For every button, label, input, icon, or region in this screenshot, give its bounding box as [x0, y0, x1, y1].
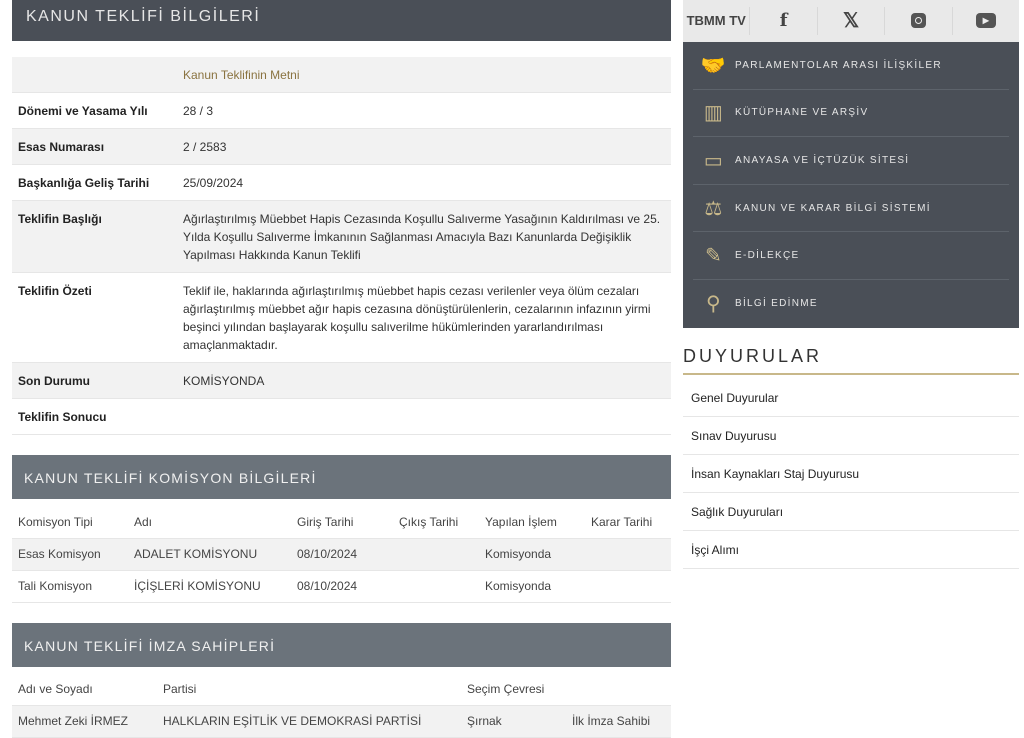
cell: 08/10/2024 — [291, 538, 393, 571]
sidebar: TBMM TV f 𝕏 ▶ 🤝 PARLAMENTOLAR ARASI İLİŞK… — [683, 0, 1019, 569]
row-label: Başkanlığa Geliş Tarihi — [12, 164, 177, 201]
section-header-commission: KANUN TEKLİFİ KOMİSYON BİLGİLERİ — [12, 455, 671, 499]
announcement-link[interactable]: İşçi Alımı — [683, 531, 1019, 569]
bill-text-link[interactable]: Kanun Teklifinin Metni — [183, 68, 300, 82]
cell: Komisyonda — [479, 538, 585, 571]
column-header: Partisi — [157, 674, 461, 706]
table-row: Esas Komisyon ADALET KOMİSYONU 08/10/202… — [12, 538, 671, 571]
row-label: Teklifin Başlığı — [12, 200, 177, 273]
books-icon: ▥ — [703, 102, 725, 125]
menu-item-library[interactable]: ▥ KÜTÜPHANE VE ARŞİV — [693, 90, 1009, 138]
column-header: Yapılan İşlem — [479, 507, 585, 539]
cell: Şırnak — [461, 705, 566, 738]
column-header: Komisyon Tipi — [12, 507, 128, 539]
table-row: Kanun Teklifinin Metni — [12, 57, 671, 93]
menu-item-label: PARLAMENTOLAR ARASI İLİŞKİLER — [735, 59, 942, 71]
x-icon[interactable]: 𝕏 — [818, 7, 886, 35]
row-value: 2 / 2583 — [177, 128, 671, 165]
row-label: Dönemi ve Yasama Yılı — [12, 92, 177, 129]
menu-item-label: BİLGİ EDİNME — [735, 298, 818, 310]
cell — [585, 570, 671, 603]
signers-table: Adı ve Soyadı Partisi Seçim Çevresi Mehm… — [12, 674, 671, 738]
cell: Tali Komisyon — [12, 570, 128, 603]
column-header: Seçim Çevresi — [461, 674, 566, 706]
cell: Komisyonda — [479, 570, 585, 603]
table-row: Teklifin Özeti Teklif ile, haklarında ağı… — [12, 272, 671, 363]
youtube-icon[interactable]: ▶ — [953, 7, 1019, 35]
column-header: Giriş Tarihi — [291, 507, 393, 539]
column-header: Adı — [128, 507, 291, 539]
announcement-link[interactable]: Genel Duyurular — [683, 379, 1019, 417]
cell — [393, 570, 479, 603]
announcements-title: DUYURULAR — [683, 346, 1019, 375]
quill-icon: ✎ — [704, 245, 724, 268]
row-label: Esas Numarası — [12, 128, 177, 165]
announcement-link[interactable]: Sınav Duyurusu — [683, 417, 1019, 455]
main-content: KANUN TEKLİFİ BİLGİLERİ Kanun Teklifinin… — [12, 0, 671, 738]
cell — [585, 538, 671, 571]
table-row: Teklifin Başlığı Ağırlaştırılmış Müebbet … — [12, 200, 671, 273]
commission-link[interactable]: ADALET KOMİSYONU — [128, 538, 291, 571]
cell: 08/10/2024 — [291, 570, 393, 603]
row-value: 28 / 3 — [177, 92, 671, 129]
menu-item-label: KANUN VE KARAR BİLGİ SİSTEMİ — [735, 202, 931, 214]
handshake-icon: 🤝 — [700, 54, 728, 77]
signer-link[interactable]: Mehmet Zeki İRMEZ — [12, 705, 157, 738]
commission-table: Komisyon Tipi Adı Giriş Tarihi Çıkış Tar… — [12, 507, 671, 603]
column-header: Adı ve Soyadı — [12, 674, 157, 706]
row-value: Ağırlaştırılmış Müebbet Hapis Cezasında … — [177, 200, 671, 273]
row-label: Teklifin Özeti — [12, 272, 177, 363]
section-header-signers: KANUN TEKLİFİ İMZA SAHİPLERİ — [12, 623, 671, 667]
row-value: KOMİSYONDA — [177, 362, 671, 399]
commission-link[interactable]: İÇİŞLERİ KOMİSYONU — [128, 570, 291, 603]
row-label: Son Durumu — [12, 362, 177, 399]
facebook-icon[interactable]: f — [750, 7, 818, 35]
cell: HALKLARIN EŞİTLİK VE DEMOKRASİ PARTİSİ — [157, 705, 461, 738]
table-row: Esas Numarası 2 / 2583 — [12, 128, 671, 165]
browser-icon: ▭ — [703, 149, 725, 172]
cell: İlk İmza Sahibi — [566, 705, 671, 738]
menu-item-parliamentary-relations[interactable]: 🤝 PARLAMENTOLAR ARASI İLİŞKİLER — [693, 42, 1009, 90]
menu-item-label: ANAYASA VE İÇTÜZÜK SİTESİ — [735, 154, 910, 166]
table-header-row: Komisyon Tipi Adı Giriş Tarihi Çıkış Tar… — [12, 507, 671, 539]
menu-item-e-petition[interactable]: ✎ E-DİLEKÇE — [693, 232, 1009, 280]
announcement-link[interactable]: Sağlık Duyuruları — [683, 493, 1019, 531]
section-header-info: KANUN TEKLİFİ BİLGİLERİ — [12, 0, 671, 41]
row-label: Teklifin Sonucu — [12, 398, 177, 435]
column-header: Karar Tarihi — [585, 507, 671, 539]
table-row: Tali Komisyon İÇİŞLERİ KOMİSYONU 08/10/2… — [12, 570, 671, 603]
table-header-row: Adı ve Soyadı Partisi Seçim Çevresi — [12, 674, 671, 706]
tbmm-tv-link[interactable]: TBMM TV — [683, 7, 751, 35]
info-table: Kanun Teklifinin Metni Dönemi ve Yasama … — [12, 57, 671, 435]
row-value: 25/09/2024 — [177, 164, 671, 201]
menu-item-label: E-DİLEKÇE — [735, 250, 800, 262]
row-value: Teklif ile, haklarında ağırlaştırılmış m… — [177, 272, 671, 363]
table-row: Dönemi ve Yasama Yılı 28 / 3 — [12, 92, 671, 129]
instagram-icon[interactable] — [885, 7, 953, 35]
cell: Esas Komisyon — [12, 538, 128, 571]
column-header: Çıkış Tarihi — [393, 507, 479, 539]
social-bar: TBMM TV f 𝕏 ▶ — [683, 0, 1019, 42]
menu-item-information[interactable]: ⚲ BİLGİ EDİNME — [693, 280, 1009, 328]
table-row: Teklifin Sonucu — [12, 398, 671, 435]
table-row: Mehmet Zeki İRMEZ HALKLARIN EŞİTLİK VE D… — [12, 705, 671, 738]
scales-icon: ⚖ — [704, 197, 724, 220]
table-row: Son Durumu KOMİSYONDA — [12, 362, 671, 399]
announcements-list: Genel Duyurular Sınav Duyurusu İnsan Kay… — [683, 379, 1019, 569]
menu-item-constitution-site[interactable]: ▭ ANAYASA VE İÇTÜZÜK SİTESİ — [693, 137, 1009, 185]
quick-links-menu: 🤝 PARLAMENTOLAR ARASI İLİŞKİLER ▥ KÜTÜPHAN… — [683, 42, 1019, 328]
menu-item-label: KÜTÜPHANE VE ARŞİV — [735, 107, 869, 119]
search-icon: ⚲ — [706, 293, 722, 316]
cell — [393, 538, 479, 571]
announcement-link[interactable]: İnsan Kaynakları Staj Duyurusu — [683, 455, 1019, 493]
menu-item-law-system[interactable]: ⚖ KANUN VE KARAR BİLGİ SİSTEMİ — [693, 185, 1009, 233]
row-value — [177, 398, 671, 435]
table-row: Başkanlığa Geliş Tarihi 25/09/2024 — [12, 164, 671, 201]
column-header — [566, 674, 671, 706]
